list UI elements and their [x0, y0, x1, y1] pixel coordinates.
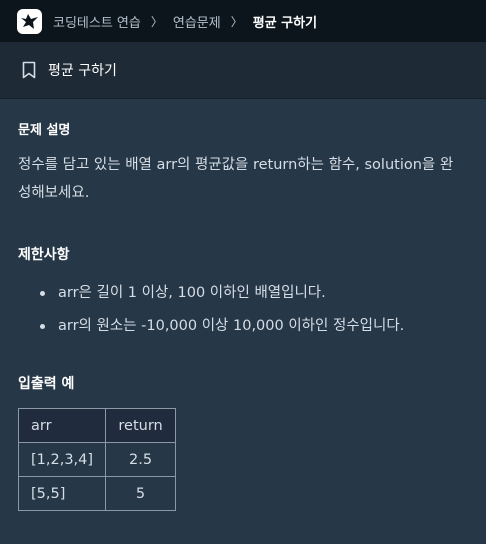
column-header-return: return: [105, 408, 177, 443]
io-example-table: arr return [1,2,3,4] 2.5 [5,5] 5: [17, 408, 177, 511]
breadcrumb-current: 평균 구하기: [252, 15, 318, 31]
programmers-logo[interactable]: [17, 8, 42, 34]
cell-return: 5: [105, 476, 177, 511]
description-text: 정수를 담고 있는 배열 arr의 평균값을 return하는 함수, solu…: [18, 157, 454, 201]
chevron-right-icon: 〉: [150, 14, 163, 29]
cell-arr: [5,5]: [17, 476, 107, 511]
chevron-right-icon: 〉: [230, 14, 243, 29]
cell-arr: [1,2,3,4]: [17, 442, 107, 477]
cell-return: 2.5: [105, 442, 177, 477]
description-heading: 문제 설명: [18, 123, 71, 138]
column-header-arr: arr: [17, 408, 107, 443]
bullet-icon: [40, 291, 45, 296]
problem-title-bar: 평균 구하기: [0, 42, 486, 99]
page-title: 평균 구하기: [48, 63, 117, 79]
table-header-row: arr return: [17, 408, 177, 443]
io-heading: 입출력 예: [18, 376, 75, 392]
list-item: arr은 길이 1 이상, 100 이하인 배열입니다.: [18, 279, 404, 312]
limits-heading: 제한사항: [18, 247, 70, 263]
problem-content: 문제 설명 정수를 담고 있는 배열 arr의 평균값을 return하는 함수…: [0, 99, 486, 544]
limit-text: arr은 길이 1 이상, 100 이하인 배열입니다.: [58, 285, 326, 301]
limits-list: arr은 길이 1 이상, 100 이하인 배열입니다. arr의 원소는 -1…: [18, 279, 404, 345]
breadcrumb-coding-test[interactable]: 코딩테스트 연습: [53, 12, 141, 31]
bookmark-icon[interactable]: [22, 61, 36, 79]
list-item: arr의 원소는 -10,000 이상 10,000 이하인 정수입니다.: [18, 312, 404, 345]
table-row: [5,5] 5: [17, 476, 177, 511]
bullet-icon: [40, 324, 45, 329]
limit-text: arr의 원소는 -10,000 이상 10,000 이하인 정수입니다.: [58, 318, 405, 334]
bird-logo-icon: [21, 13, 38, 29]
top-navigation: 코딩테스트 연습 〉 연습문제 〉 평균 구하기: [0, 0, 486, 42]
table-row: [1,2,3,4] 2.5: [17, 442, 177, 477]
breadcrumb-practice[interactable]: 연습문제: [173, 12, 221, 31]
